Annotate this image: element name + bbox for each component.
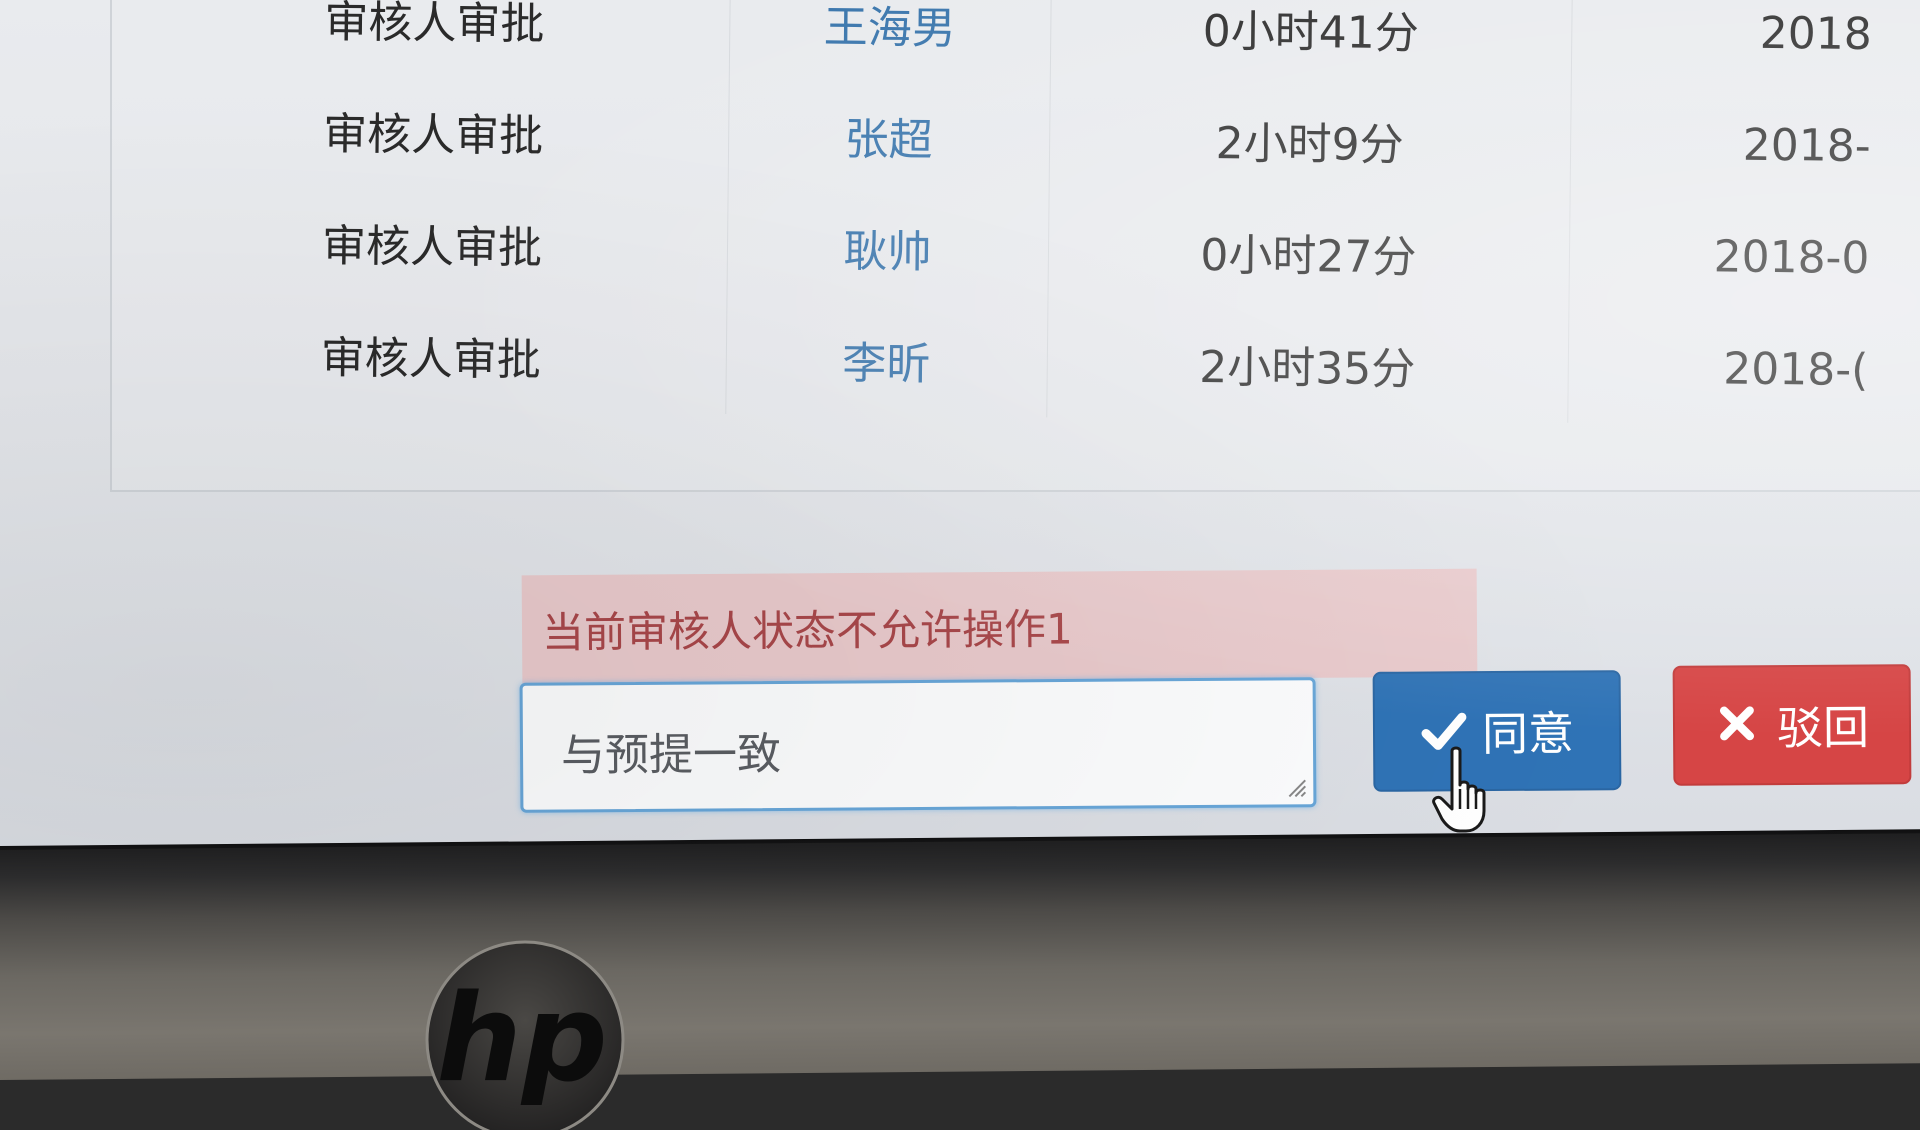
duration-cell: 0小时27分 [1047,193,1570,311]
reject-label: 驳回 [1776,700,1870,756]
laptop-bezel [0,833,1920,1080]
error-alert: 当前审核人状态不允许操作1 [521,568,1478,684]
step-cell: 审核人审批 [145,295,727,415]
step-cell: 审核人审批 [147,71,729,191]
reject-button[interactable]: 驳回 [1672,664,1912,786]
screen: 审核人审批 王海男 0小时41分 2018 审核人审批 张超 2小时9分 201… [0,0,1920,860]
date-cell: 2018-0 [1713,230,1870,284]
approval-comment-textarea[interactable]: 与预提一致 [519,677,1317,813]
hand-pointer-icon [1432,746,1486,833]
duration-cell: 2小时35分 [1046,305,1569,423]
date-cell: 2018 [1759,7,1873,60]
table-row: 审核人审批 李昕 2小时35分 2018-( [145,295,1869,426]
hp-logo: hp [425,940,625,1130]
step-cell: 审核人审批 [146,183,728,303]
logo-text: hp [436,970,607,1109]
approver-link[interactable]: 耿帅 [726,190,1049,306]
resize-grip-icon[interactable] [1283,774,1307,798]
approval-history-table: 审核人审批 王海男 0小时41分 2018 审核人审批 张超 2小时9分 201… [145,0,1872,426]
duration-cell: 2小时9分 [1048,81,1571,199]
step-cell: 审核人审批 [148,0,730,79]
approver-link[interactable]: 李昕 [725,302,1048,418]
alert-message: 当前审核人状态不允许操作1 [541,603,1073,657]
x-icon [1715,701,1763,749]
duration-cell: 0小时41分 [1049,0,1572,87]
comment-text: 与预提一致 [560,728,782,782]
date-cell: 2018-( [1723,342,1869,396]
table-row: 审核人审批 张超 2小时9分 2018- [147,71,1872,202]
approver-link[interactable]: 张超 [727,78,1050,194]
date-cell: 2018- [1742,119,1871,172]
table-row: 审核人审批 耿帅 0小时27分 2018-0 [146,183,1870,314]
approver-link[interactable]: 王海男 [728,0,1051,82]
